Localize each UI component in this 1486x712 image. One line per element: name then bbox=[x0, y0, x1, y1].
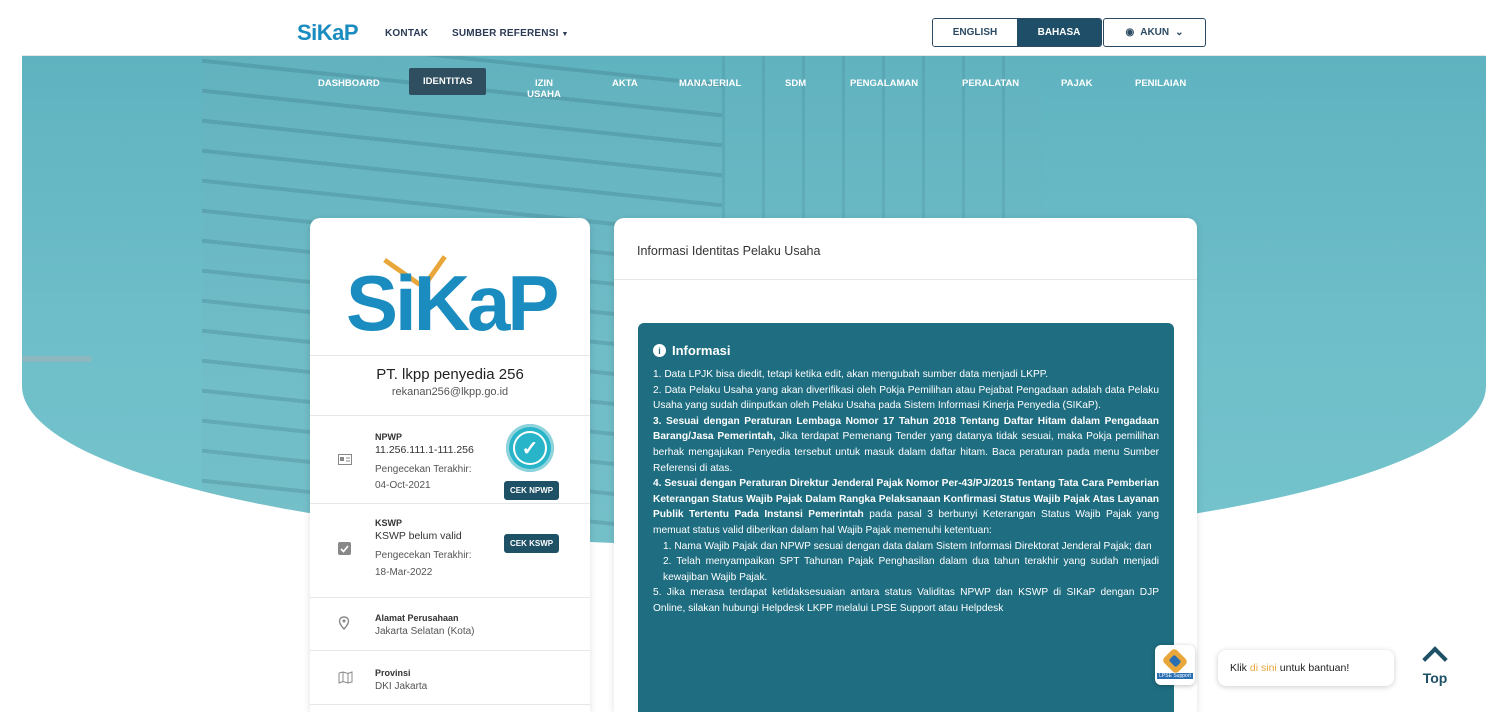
menu-dashboard[interactable]: DASHBOARD bbox=[318, 78, 380, 89]
npwp-row: NPWP 11.256.111.1-111.256 Pengecekan Ter… bbox=[310, 416, 590, 504]
kswp-row: KSWP KSWP belum valid Pengecekan Terakhi… bbox=[310, 504, 590, 598]
lang-bahasa-button[interactable]: BAHASA bbox=[1017, 19, 1101, 46]
provinsi-label: Provinsi bbox=[375, 668, 411, 678]
company-info: PT. lkpp penyedia 256 rekanan256@lkpp.go… bbox=[310, 356, 590, 416]
info-item-4: 4. Sesuai dengan Peraturan Direktur Jend… bbox=[653, 478, 1160, 536]
info-item-2: 2. Data Pelaku Usaha yang akan diverifik… bbox=[653, 384, 1159, 412]
map-icon bbox=[338, 671, 353, 684]
menu-identitas[interactable]: IDENTITAS bbox=[409, 68, 487, 95]
npwp-check-label: Pengecekan Terakhir: bbox=[375, 464, 472, 475]
npwp-check-date: 04-Oct-2021 bbox=[375, 480, 431, 491]
kswp-check-label: Pengecekan Terakhir: bbox=[375, 550, 472, 561]
help-bubble[interactable]: Klik di sini untuk bantuan! bbox=[1218, 650, 1394, 686]
back-to-top-button[interactable]: Top bbox=[1415, 640, 1455, 690]
caret-down-icon: ▼ bbox=[561, 31, 569, 38]
lang-english-button[interactable]: ENGLISH bbox=[933, 19, 1017, 46]
kswp-value: KSWP belum valid bbox=[375, 530, 462, 542]
identity-info-card: Informasi Identitas Pelaku Usaha i Infor… bbox=[614, 218, 1197, 712]
info-alert: i Informasi 1. Data LPJK bisa diedit, te… bbox=[638, 323, 1174, 712]
account-label: AKUN bbox=[1140, 27, 1170, 38]
cek-kswp-button[interactable]: CEK KSWP bbox=[504, 534, 560, 553]
card-title: Informasi Identitas Pelaku Usaha bbox=[614, 218, 1197, 280]
menu-akta[interactable]: AKTA bbox=[612, 78, 638, 89]
nav-kontak[interactable]: KONTAK bbox=[385, 28, 428, 39]
menu-penilaian[interactable]: PENILAIAN bbox=[1135, 78, 1186, 89]
user-icon: ◉ bbox=[1125, 27, 1135, 38]
info-icon: i bbox=[653, 344, 666, 357]
alamat-value: Jakarta Selatan (Kota) bbox=[375, 626, 475, 637]
chevron-up-icon bbox=[1422, 646, 1448, 672]
id-card-icon bbox=[338, 452, 352, 465]
menu-pengalaman[interactable]: PENGALAMAN bbox=[850, 78, 918, 89]
kswp-check-date: 18-Mar-2022 bbox=[375, 567, 433, 578]
main-menu: DASHBOARD IDENTITAS IZIN USAHA AKTA MANA… bbox=[22, 68, 1486, 108]
info-item-4-2: 2. Telah menyampaikan SPT Tahunan Pajak … bbox=[663, 556, 1159, 583]
info-item-4-1: 1. Nama Wajib Pajak dan NPWP sesuai deng… bbox=[663, 540, 1152, 552]
account-button[interactable]: ◉ AKUN ⌄ bbox=[1103, 18, 1206, 47]
help-link[interactable]: di sini bbox=[1250, 662, 1277, 674]
checkbox-icon bbox=[338, 542, 352, 555]
map-pin-icon bbox=[338, 616, 352, 631]
info-heading: i Informasi bbox=[653, 343, 1159, 358]
menu-pajak[interactable]: PAJAK bbox=[1061, 78, 1093, 89]
company-name: PT. lkpp penyedia 256 bbox=[376, 366, 524, 383]
chevron-down-icon: ⌄ bbox=[1175, 27, 1184, 38]
info-item-5: 5. Jika merasa terdapat ketidaksesuaian … bbox=[653, 587, 1159, 614]
kswp-label: KSWP bbox=[375, 518, 402, 528]
nav-sumber-referensi[interactable]: SUMBER REFERENSI ▼ bbox=[452, 28, 569, 39]
sikap-large-logo: SiKaP bbox=[310, 218, 590, 356]
alamat-label: Alamat Perusahaan bbox=[375, 613, 459, 623]
street-lamp bbox=[22, 356, 92, 362]
menu-manajerial[interactable]: MANAJERIAL bbox=[679, 78, 741, 89]
sikap-logo[interactable]: SiKaP bbox=[297, 20, 359, 46]
menu-izin-usaha[interactable]: IZIN USAHA bbox=[527, 78, 561, 100]
cek-npwp-button[interactable]: CEK NPWP bbox=[504, 481, 560, 500]
info-item-3: 3. Sesuai dengan Peraturan Lembaga Nomor… bbox=[653, 415, 1159, 474]
top-navbar: SiKaP KONTAK SUMBER REFERENSI ▼ ENGLISH … bbox=[22, 0, 1486, 56]
language-switch: ENGLISH BAHASA bbox=[932, 18, 1102, 47]
provinsi-row: Provinsi DKI Jakarta bbox=[310, 651, 590, 705]
menu-peralatan[interactable]: PERALATAN bbox=[962, 78, 1019, 89]
info-item-1: 1. Data LPJK bisa diedit, tetapi ketika … bbox=[653, 369, 1049, 380]
npwp-value: 11.256.111.1-111.256 bbox=[375, 444, 474, 456]
npwp-label: NPWP bbox=[375, 432, 402, 442]
verified-badge-icon: ✓ bbox=[506, 424, 554, 472]
profile-card: SiKaP PT. lkpp penyedia 256 rekanan256@l… bbox=[310, 218, 590, 712]
alamat-row: Alamat Perusahaan Jakarta Selatan (Kota) bbox=[310, 598, 590, 651]
lpse-support-label: LPSE Support bbox=[1157, 672, 1193, 679]
company-email: rekanan256@lkpp.go.id bbox=[391, 386, 509, 398]
lpse-logo-icon bbox=[1161, 647, 1189, 674]
menu-sdm[interactable]: SDM bbox=[785, 78, 806, 89]
lpse-support-button[interactable]: LPSE Support bbox=[1155, 645, 1195, 685]
provinsi-value: DKI Jakarta bbox=[375, 681, 428, 692]
